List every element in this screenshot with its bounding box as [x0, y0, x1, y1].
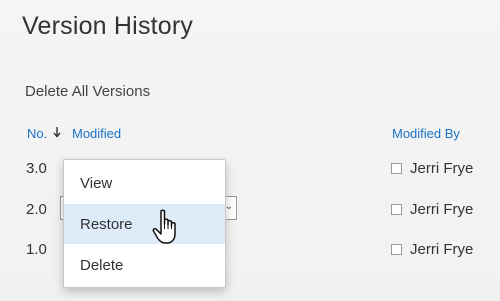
sort-descending-arrow-icon[interactable]: [52, 125, 62, 139]
version-history-panel: Version History Delete All Versions No. …: [0, 0, 500, 301]
delete-all-versions-link[interactable]: Delete All Versions: [25, 83, 150, 100]
column-header-modified[interactable]: Modified: [72, 126, 121, 141]
menu-item-label: Restore: [80, 216, 133, 233]
column-header-number[interactable]: No.: [27, 126, 47, 141]
menu-item-label: Delete: [80, 257, 124, 274]
row-select-checkbox[interactable]: [391, 163, 402, 174]
hand-pointer-cursor-icon: [152, 209, 176, 244]
menu-item-label: View: [80, 175, 113, 192]
version-context-menu: View Restore Delete: [63, 159, 226, 288]
menu-item-restore[interactable]: Restore: [64, 204, 225, 244]
menu-item-delete[interactable]: Delete: [64, 245, 225, 285]
version-number: 1.0: [26, 241, 47, 258]
version-number: 3.0: [26, 160, 47, 177]
row-select-checkbox[interactable]: [391, 204, 402, 215]
menu-item-view[interactable]: View: [64, 163, 225, 203]
column-header-modified-by[interactable]: Modified By: [392, 126, 460, 141]
version-author: Jerri Frye: [410, 241, 474, 258]
panel-title: Version History: [22, 12, 194, 40]
version-number: 2.0: [26, 201, 47, 218]
row-select-checkbox[interactable]: [391, 244, 402, 255]
version-author: Jerri Frye: [410, 201, 474, 218]
version-author: Jerri Frye: [410, 160, 474, 177]
